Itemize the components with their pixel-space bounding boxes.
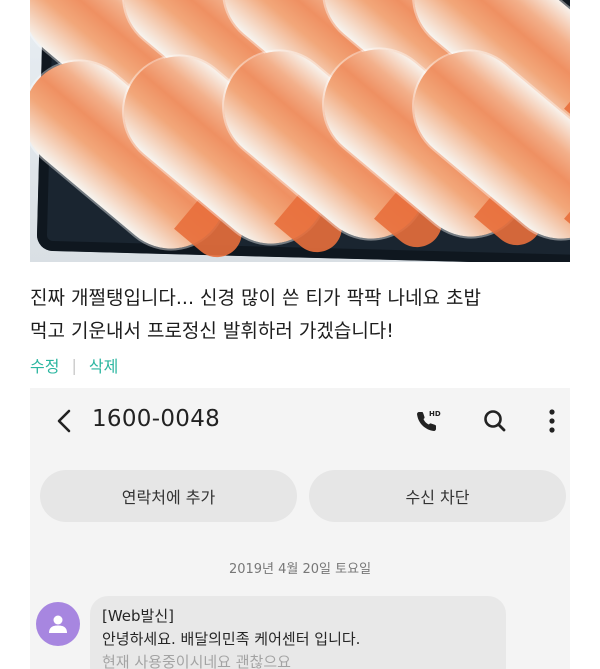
message-bubble[interactable]: [Web발신] 안녕하세요. 배달의민족 케어센터 입니다. 현재 사용중이시네… <box>90 596 506 669</box>
search-icon[interactable] <box>478 404 512 438</box>
message-date: 2019년 4월 20일 토요일 <box>228 562 372 577</box>
delete-link[interactable]: 삭제 <box>89 353 118 377</box>
sms-screen: 1600-0048 HD 연락처에 추가 수신 차단 2019년 4월 20일 … <box>30 388 570 669</box>
hd-call-icon[interactable]: HD <box>410 404 444 438</box>
sms-header: 1600-0048 HD <box>30 388 570 454</box>
message-line-2: 안녕하세요. 배달의민족 케어센터 입니다. <box>102 630 361 648</box>
post-line-1: 진짜 개쩔탱입니다... 신경 많이 쓴 티가 팍팍 나네요 초밥 <box>30 287 481 309</box>
post-actions: 수정 | 삭제 <box>30 353 118 377</box>
svg-text:HD: HD <box>429 410 441 418</box>
block-number-button[interactable]: 수신 차단 <box>309 470 566 522</box>
person-icon[interactable] <box>36 602 80 646</box>
message-line-3: 현재 사용중이시네요 괜찮으요 <box>102 653 291 669</box>
add-contact-button[interactable]: 연락처에 추가 <box>40 470 297 522</box>
sender-number: 1600-0048 <box>92 406 221 432</box>
message-line-1: [Web발신] <box>102 607 175 625</box>
edit-link[interactable]: 수정 <box>30 353 59 377</box>
post-body: 진짜 개쩔탱입니다... 신경 많이 쓴 티가 팍팍 나네요 초밥 먹고 기운내… <box>30 282 575 348</box>
back-arrow-icon[interactable] <box>48 405 80 437</box>
more-vertical-icon[interactable] <box>535 404 569 438</box>
sushi-photo <box>30 0 570 262</box>
divider: | <box>71 355 77 375</box>
post-line-2: 먹고 기운내서 프로정신 발휘하러 가겠습니다! <box>30 320 394 342</box>
